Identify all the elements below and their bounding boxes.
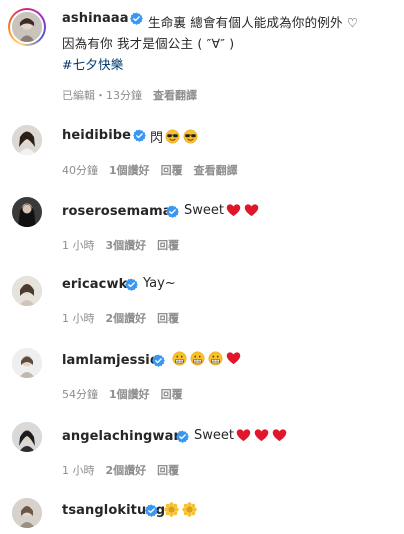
comment-translate-link[interactable]: 查看翻譯	[194, 162, 238, 178]
red-heart-icon	[244, 203, 259, 218]
comment-likes-link[interactable]: 1個讚好	[109, 386, 150, 402]
comment-likes-link[interactable]: 1個讚好	[109, 162, 150, 178]
verified-badge-icon	[133, 129, 146, 142]
comment-text-value: 閃	[150, 131, 164, 146]
verified-badge-icon	[130, 12, 143, 25]
post-caption-line-2: 因為有你 我才是個公主 ( ″∀″ )	[62, 36, 235, 51]
comment-text-value: Sweet	[184, 203, 224, 218]
reply-button[interactable]: 回覆	[157, 237, 179, 253]
red-heart-icon	[226, 203, 241, 218]
reply-button[interactable]: 回覆	[161, 386, 183, 402]
comment-time: 1 小時	[62, 464, 95, 477]
comment-username[interactable]: roserosemama	[62, 204, 172, 219]
comment-text-value: Yay~	[143, 276, 176, 291]
comment-meta-row: 1 小時 2個讚好 回覆	[62, 462, 179, 478]
comment-likes-link[interactable]: 3個讚好	[106, 237, 147, 253]
sun-flower-icon	[182, 502, 197, 517]
post-edited-time: 已編輯・13分鐘	[62, 89, 142, 102]
post-author-username[interactable]: ashinaaa	[62, 11, 129, 26]
sunglasses-face-icon	[183, 129, 198, 144]
grimacing-face-icon	[208, 351, 223, 366]
reply-button[interactable]: 回覆	[161, 162, 183, 178]
post-translate-link[interactable]: 查看翻譯	[153, 87, 197, 103]
comment-meta-row: 54分鐘 1個讚好 回覆	[62, 386, 183, 402]
comment-text-value: Sweet	[194, 428, 234, 443]
comment-meta-row: 1 小時 3個讚好 回覆	[62, 237, 179, 253]
comment-avatar-ericacwk[interactable]	[12, 276, 42, 306]
comment-avatar-roserosemama[interactable]	[12, 197, 42, 227]
comment-meta-row: 1 小時 2個讚好 回覆	[62, 310, 179, 326]
comment-text: Sweet	[194, 428, 288, 443]
comment-avatar-angelachingwan[interactable]	[12, 422, 42, 452]
comment-meta-row: 40分鐘 1個讚好 回覆 查看翻譯	[62, 162, 238, 178]
verified-badge-icon	[145, 504, 158, 517]
verified-badge-icon	[125, 278, 138, 291]
comment-text: Yay~	[143, 276, 176, 291]
reply-button[interactable]: 回覆	[157, 462, 179, 478]
sun-flower-icon	[164, 502, 179, 517]
verified-badge-icon	[176, 430, 189, 443]
comment-likes-link[interactable]: 2個讚好	[106, 310, 147, 326]
red-heart-icon	[272, 428, 287, 443]
comment-username[interactable]: angelachingwan	[62, 429, 183, 444]
comment-time: 54分鐘	[62, 388, 98, 401]
post-hashtag-link[interactable]: #七夕快樂	[62, 54, 123, 73]
comment-username[interactable]: ericacwk	[62, 277, 127, 292]
comment-text	[163, 502, 198, 517]
verified-badge-icon	[152, 354, 165, 367]
comment-time: 1 小時	[62, 239, 95, 252]
comments-panel: ashinaaa 生命裏 總會有個人能成為你的例外 ♡ 因為有你 我才是個公主 …	[0, 0, 404, 534]
post-author-avatar[interactable]	[8, 8, 46, 46]
comment-username[interactable]: lamlamjessie	[62, 353, 159, 368]
sunglasses-face-icon	[165, 129, 180, 144]
verified-badge-icon	[166, 205, 179, 218]
post-caption-line-1: 生命裏 總會有個人能成為你的例外 ♡	[148, 15, 359, 30]
comment-avatar-tsanglokitung[interactable]	[12, 498, 42, 528]
comment-time: 40分鐘	[62, 164, 98, 177]
grimacing-face-icon	[172, 351, 187, 366]
comment-avatar-heidibibe[interactable]	[12, 125, 42, 155]
reply-button[interactable]: 回覆	[157, 310, 179, 326]
comment-time: 1 小時	[62, 312, 95, 325]
post-meta-row: 已編輯・13分鐘 查看翻譯	[62, 87, 197, 103]
red-heart-icon	[226, 351, 241, 366]
comment-avatar-lamlamjessie[interactable]	[12, 348, 42, 378]
comment-text	[170, 351, 242, 366]
comment-text: 閃	[150, 127, 199, 146]
red-heart-icon	[236, 428, 251, 443]
red-heart-icon	[254, 428, 269, 443]
comment-text: Sweet	[184, 203, 260, 218]
comment-username[interactable]: heidibibe	[62, 128, 131, 143]
grimacing-face-icon	[190, 351, 205, 366]
comment-likes-link[interactable]: 2個讚好	[106, 462, 147, 478]
